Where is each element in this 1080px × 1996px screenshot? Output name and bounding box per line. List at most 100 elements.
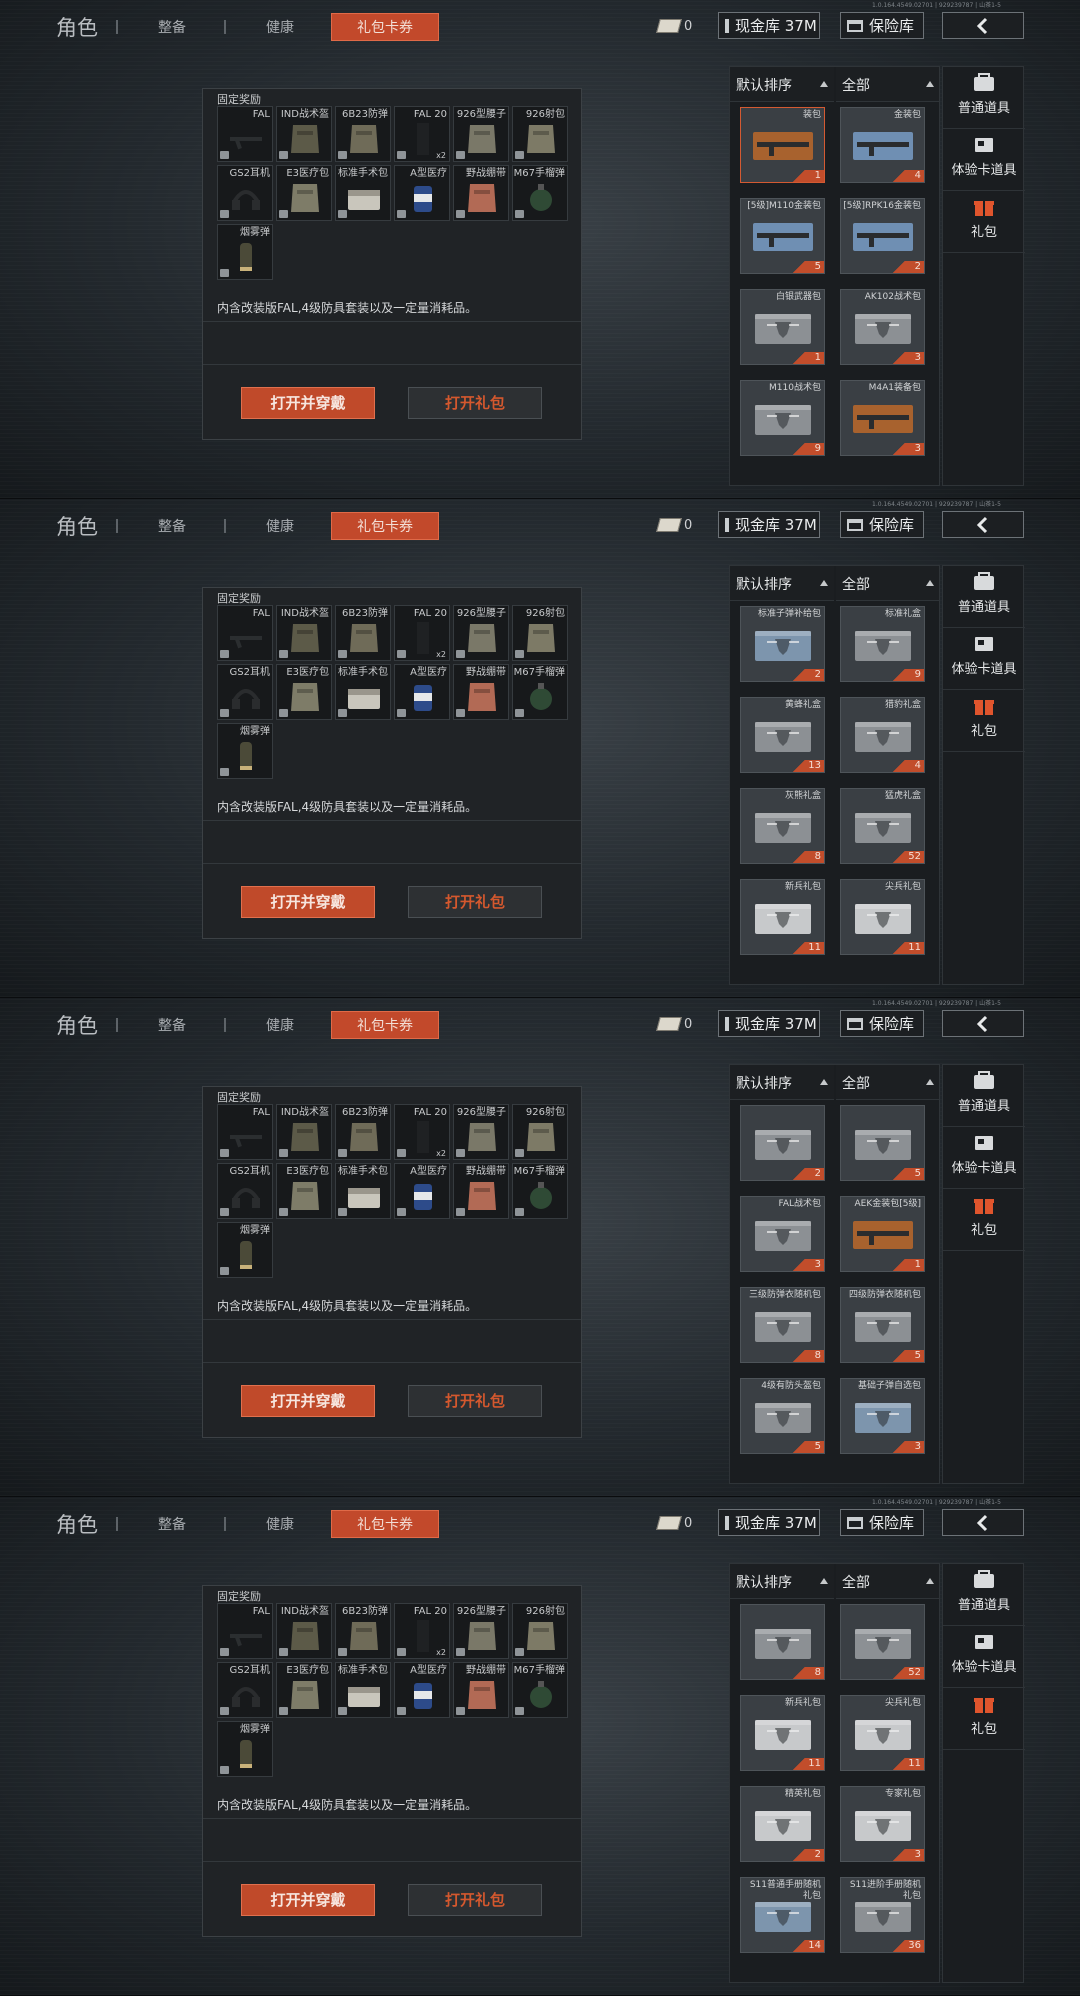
reward-item-slot[interactable]: E3医疗包 — [276, 1662, 332, 1718]
category-normal[interactable]: 普通道具 — [943, 67, 1025, 129]
reward-item-slot[interactable]: A型医疗 — [394, 1163, 450, 1219]
package-card[interactable]: M110战术包 9 — [740, 380, 825, 456]
tab-equip[interactable]: 整备 — [158, 1514, 186, 1534]
tab-health[interactable]: 健康 — [266, 17, 294, 37]
reward-item-slot[interactable]: 野战绷带 — [453, 1163, 509, 1219]
reward-item-slot[interactable]: 烟雾弹 — [217, 224, 273, 280]
reward-item-slot[interactable]: M67手榴弹 — [512, 1662, 568, 1718]
safe-vault-button[interactable]: 保险库 — [840, 12, 924, 39]
reward-item-slot[interactable]: GS2耳机 — [217, 664, 273, 720]
safe-vault-button[interactable]: 保险库 — [840, 511, 924, 538]
package-card[interactable]: 4级有防头盔包 5 — [740, 1378, 825, 1454]
reward-item-slot[interactable]: 野战绷带 — [453, 165, 509, 221]
tab-gift-cards[interactable]: 礼包卡券 — [331, 13, 439, 41]
safe-vault-button[interactable]: 保险库 — [840, 1010, 924, 1037]
tab-gift-cards[interactable]: 礼包卡券 — [331, 1011, 439, 1039]
reward-item-slot[interactable]: E3医疗包 — [276, 1163, 332, 1219]
open-and-wear-button[interactable]: 打开并穿戴 — [241, 1385, 375, 1417]
cash-vault-button[interactable]: 现金库 37M — [718, 1010, 820, 1037]
package-card[interactable]: S11进阶手册随机礼包 36 — [840, 1877, 925, 1953]
filter-all-dropdown[interactable]: 全部 — [836, 1065, 939, 1100]
reward-item-slot[interactable]: GS2耳机 — [217, 165, 273, 221]
package-card[interactable]: AEK金装包[5级] 1 — [840, 1196, 925, 1272]
package-card[interactable]: 三级防弹衣随机包 8 — [740, 1287, 825, 1363]
tab-equip[interactable]: 整备 — [158, 516, 186, 536]
back-button[interactable] — [942, 12, 1024, 39]
filter-all-dropdown[interactable]: 全部 — [836, 566, 939, 601]
filter-all-dropdown[interactable]: 全部 — [836, 67, 939, 102]
package-card[interactable]: 新兵礼包 11 — [740, 879, 825, 955]
category-normal[interactable]: 普通道具 — [943, 1065, 1025, 1127]
reward-item-slot[interactable]: FAL 20 x2 — [394, 605, 450, 661]
reward-item-slot[interactable]: 6B23防弹 — [335, 605, 391, 661]
reward-item-slot[interactable]: FAL 20 x2 — [394, 1603, 450, 1659]
reward-item-slot[interactable]: 926射包 — [512, 1104, 568, 1160]
package-card[interactable]: 2 — [740, 1105, 825, 1181]
category-normal[interactable]: 普通道具 — [943, 566, 1025, 628]
open-package-button[interactable]: 打开礼包 — [408, 387, 542, 419]
category-normal[interactable]: 普通道具 — [943, 1564, 1025, 1626]
category-trial-card[interactable]: 体验卡道具 — [943, 1626, 1025, 1688]
cash-vault-button[interactable]: 现金库 37M — [718, 12, 820, 39]
reward-item-slot[interactable]: FAL — [217, 605, 273, 661]
cash-vault-button[interactable]: 现金库 37M — [718, 511, 820, 538]
open-and-wear-button[interactable]: 打开并穿戴 — [241, 387, 375, 419]
tab-equip[interactable]: 整备 — [158, 1015, 186, 1035]
category-gift[interactable]: 礼包 — [943, 1189, 1025, 1251]
reward-item-slot[interactable]: 926型腰子 — [453, 1104, 509, 1160]
sort-default-dropdown[interactable]: 默认排序 — [730, 1564, 834, 1599]
reward-item-slot[interactable]: 926型腰子 — [453, 106, 509, 162]
reward-item-slot[interactable]: FAL 20 x2 — [394, 106, 450, 162]
reward-item-slot[interactable]: A型医疗 — [394, 664, 450, 720]
reward-item-slot[interactable]: 标准手术包 — [335, 165, 391, 221]
tab-health[interactable]: 健康 — [266, 1015, 294, 1035]
category-gift[interactable]: 礼包 — [943, 191, 1025, 253]
package-card[interactable]: 52 — [840, 1604, 925, 1680]
open-and-wear-button[interactable]: 打开并穿戴 — [241, 886, 375, 918]
package-card[interactable]: 灰熊礼盒 8 — [740, 788, 825, 864]
reward-item-slot[interactable]: IND战术盔 — [276, 605, 332, 661]
reward-item-slot[interactable]: FAL — [217, 106, 273, 162]
tab-health[interactable]: 健康 — [266, 516, 294, 536]
reward-item-slot[interactable]: FAL — [217, 1104, 273, 1160]
reward-item-slot[interactable]: IND战术盔 — [276, 1104, 332, 1160]
package-card[interactable]: 专家礼包 3 — [840, 1786, 925, 1862]
category-trial-card[interactable]: 体验卡道具 — [943, 628, 1025, 690]
reward-item-slot[interactable]: 烟雾弹 — [217, 1222, 273, 1278]
reward-item-slot[interactable]: FAL — [217, 1603, 273, 1659]
package-card[interactable]: [5级]RPK16金装包 2 — [840, 198, 925, 274]
reward-item-slot[interactable]: 标准手术包 — [335, 1163, 391, 1219]
safe-vault-button[interactable]: 保险库 — [840, 1509, 924, 1536]
reward-item-slot[interactable]: 标准手术包 — [335, 1662, 391, 1718]
cash-vault-button[interactable]: 现金库 37M — [718, 1509, 820, 1536]
filter-all-dropdown[interactable]: 全部 — [836, 1564, 939, 1599]
reward-item-slot[interactable]: 标准手术包 — [335, 664, 391, 720]
reward-item-slot[interactable]: GS2耳机 — [217, 1662, 273, 1718]
package-card[interactable]: 尖兵礼包 11 — [840, 1695, 925, 1771]
reward-item-slot[interactable]: 926射包 — [512, 106, 568, 162]
reward-item-slot[interactable]: 6B23防弹 — [335, 1603, 391, 1659]
back-button[interactable] — [942, 1509, 1024, 1536]
reward-item-slot[interactable]: A型医疗 — [394, 1662, 450, 1718]
category-gift[interactable]: 礼包 — [943, 690, 1025, 752]
reward-item-slot[interactable]: E3医疗包 — [276, 165, 332, 221]
category-gift[interactable]: 礼包 — [943, 1688, 1025, 1750]
open-package-button[interactable]: 打开礼包 — [408, 886, 542, 918]
reward-item-slot[interactable]: IND战术盔 — [276, 106, 332, 162]
package-card[interactable]: 金装包 4 — [840, 107, 925, 183]
package-card[interactable]: M4A1装备包 3 — [840, 380, 925, 456]
tab-health[interactable]: 健康 — [266, 1514, 294, 1534]
package-card[interactable]: [5级]M110金装包 5 — [740, 198, 825, 274]
reward-item-slot[interactable]: 野战绷带 — [453, 1662, 509, 1718]
reward-item-slot[interactable]: 926射包 — [512, 605, 568, 661]
package-card[interactable]: 尖兵礼包 11 — [840, 879, 925, 955]
package-card[interactable]: AK102战术包 3 — [840, 289, 925, 365]
package-card[interactable]: 新兵礼包 11 — [740, 1695, 825, 1771]
package-card[interactable]: 黄蜂礼盒 13 — [740, 697, 825, 773]
reward-item-slot[interactable]: 烟雾弹 — [217, 1721, 273, 1777]
open-package-button[interactable]: 打开礼包 — [408, 1385, 542, 1417]
tab-gift-cards[interactable]: 礼包卡券 — [331, 1510, 439, 1538]
reward-item-slot[interactable]: 烟雾弹 — [217, 723, 273, 779]
package-card[interactable]: 精英礼包 2 — [740, 1786, 825, 1862]
package-card[interactable]: FAL战术包 3 — [740, 1196, 825, 1272]
